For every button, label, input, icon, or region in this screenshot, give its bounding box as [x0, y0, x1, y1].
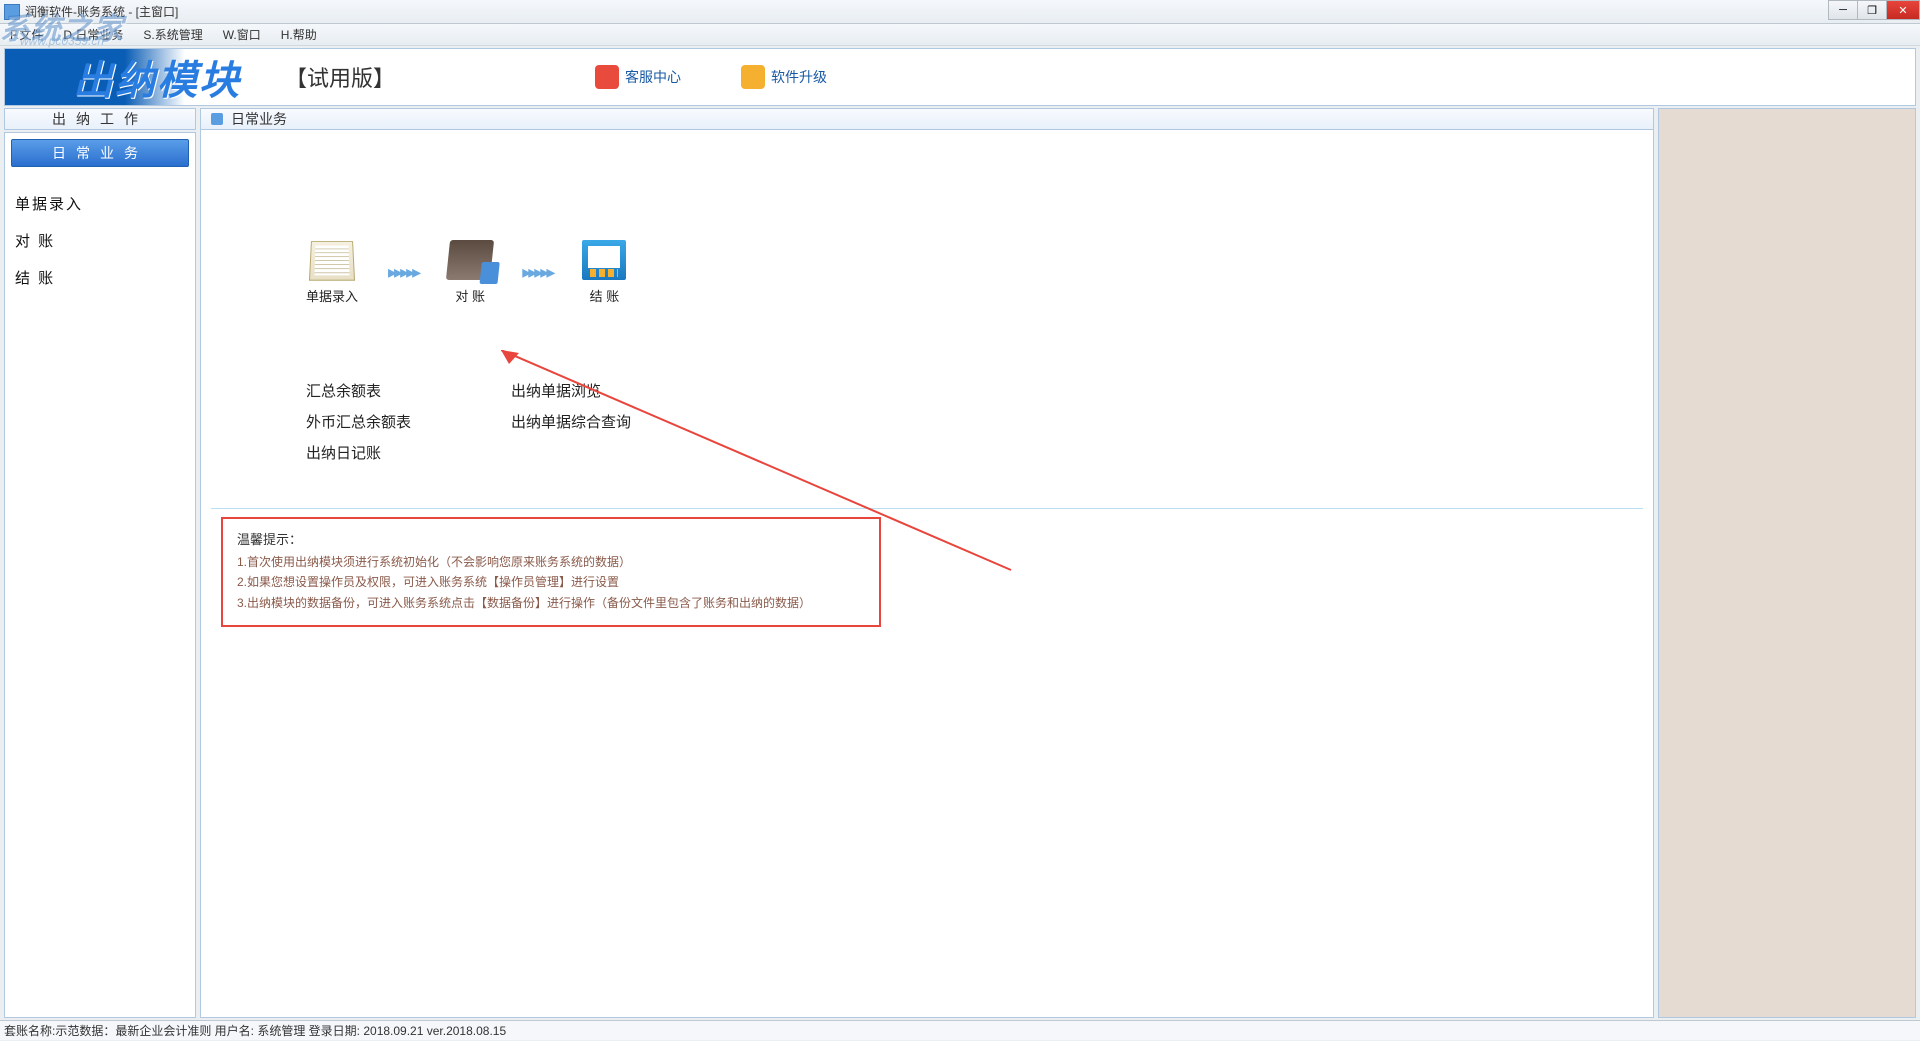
- content-header-title: 日常业务: [231, 109, 287, 129]
- upgrade-icon: [741, 65, 765, 89]
- arrow-icon: ▸▸▸▸▸: [388, 262, 418, 283]
- title-bar: 润衡软件-账务系统 - [主窗口] ─ ❐ ✕: [0, 0, 1920, 24]
- hints-title: 温馨提示：: [237, 529, 865, 548]
- customer-service-link[interactable]: 客服中心: [595, 65, 681, 89]
- close-button[interactable]: ✕: [1886, 0, 1920, 20]
- menu-bar: F.文件 D.日常业务 S.系统管理 W.窗口 H.帮助: [0, 24, 1920, 46]
- banner-version: 【试用版】: [285, 61, 395, 93]
- workflow-step-closing[interactable]: 结 账: [582, 240, 626, 305]
- menu-file[interactable]: F.文件: [4, 24, 49, 45]
- sidebar-item-entry[interactable]: 单据录入: [11, 185, 189, 222]
- reports-col2: 出纳单据浏览 出纳单据综合查询: [511, 375, 631, 468]
- menu-help[interactable]: H.帮助: [275, 24, 323, 45]
- ledger-icon: [446, 240, 494, 280]
- workflow-step-entry[interactable]: 单据录入: [306, 240, 358, 305]
- maximize-button[interactable]: ❐: [1857, 0, 1887, 20]
- workflow-label-reconcile: 对 账: [455, 286, 485, 305]
- sidebar-item-closing[interactable]: 结 账: [11, 259, 189, 296]
- sidebar-active-daily[interactable]: 日常业务: [11, 139, 189, 167]
- hints-box: 温馨提示： 1.首次使用出纳模块须进行系统初始化（不会影响您原来账务系统的数据）…: [221, 517, 881, 627]
- report-balance-summary[interactable]: 汇总余额表: [306, 375, 411, 406]
- hints-line3: 3.出纳模块的数据备份，可进入账务系统点击【数据备份】进行操作（备份文件里包含了…: [237, 593, 865, 613]
- status-bar: 套账名称:示范数据：最新企业会计准则 用户名: 系统管理 登录日期: 2018.…: [0, 1020, 1920, 1040]
- workflow-label-closing: 结 账: [590, 286, 620, 305]
- window-controls: ─ ❐ ✕: [1829, 0, 1920, 20]
- menu-window[interactable]: W.窗口: [217, 24, 267, 45]
- document-icon: [309, 241, 355, 281]
- app-icon: [4, 4, 20, 20]
- sidebar-body: 日常业务 单据录入 对 账 结 账: [4, 132, 196, 1018]
- banner-logo: 出纳模块: [5, 48, 255, 106]
- hints-line2: 2.如果您想设置操作员及权限，可进入账务系统【操作员管理】进行设置: [237, 572, 865, 592]
- content: 日常业务 单据录入 ▸▸▸▸▸ 对 账 ▸▸▸▸▸ 结 账: [200, 108, 1654, 1018]
- software-upgrade-link[interactable]: 软件升级: [741, 65, 827, 89]
- main-area: 出纳工作 日常业务 单据录入 对 账 结 账 日常业务 单据录入 ▸▸▸▸▸: [4, 108, 1916, 1018]
- hints-line1: 1.首次使用出纳模块须进行系统初始化（不会影响您原来账务系统的数据）: [237, 552, 865, 572]
- report-voucher-query[interactable]: 出纳单据综合查询: [511, 406, 631, 437]
- content-header-icon: [211, 113, 223, 125]
- reports-col1: 汇总余额表 外币汇总余额表 出纳日记账: [306, 375, 411, 468]
- workflow-step-reconcile[interactable]: 对 账: [448, 240, 492, 305]
- report-cashier-journal[interactable]: 出纳日记账: [306, 437, 411, 468]
- workflow-row: 单据录入 ▸▸▸▸▸ 对 账 ▸▸▸▸▸ 结 账: [306, 240, 1643, 305]
- arrow-icon: ▸▸▸▸▸: [522, 262, 552, 283]
- divider: [211, 508, 1643, 509]
- menu-daily[interactable]: D.日常业务: [57, 24, 129, 45]
- sidebar-item-reconcile[interactable]: 对 账: [11, 222, 189, 259]
- content-body: 单据录入 ▸▸▸▸▸ 对 账 ▸▸▸▸▸ 结 账 汇总余额表 外币汇总余额表: [200, 130, 1654, 1018]
- minimize-button[interactable]: ─: [1828, 0, 1858, 20]
- report-foreign-balance[interactable]: 外币汇总余额表: [306, 406, 411, 437]
- report-voucher-browse[interactable]: 出纳单据浏览: [511, 375, 631, 406]
- content-header: 日常业务: [200, 108, 1654, 130]
- sidebar-header: 出纳工作: [4, 108, 196, 130]
- sidebar: 出纳工作 日常业务 单据录入 对 账 结 账: [4, 108, 196, 1018]
- right-panel: [1658, 108, 1916, 1018]
- window-title: 润衡软件-账务系统 - [主窗口]: [25, 3, 178, 20]
- customer-service-label: 客服中心: [625, 67, 681, 87]
- banner: 出纳模块 【试用版】 客服中心 软件升级: [4, 48, 1916, 106]
- reports-section: 汇总余额表 外币汇总余额表 出纳日记账 出纳单据浏览 出纳单据综合查询: [306, 375, 1643, 468]
- menu-system[interactable]: S.系统管理: [137, 24, 208, 45]
- building-icon: [582, 240, 626, 280]
- support-icon: [595, 65, 619, 89]
- workflow-label-entry: 单据录入: [306, 286, 358, 305]
- software-upgrade-label: 软件升级: [771, 67, 827, 87]
